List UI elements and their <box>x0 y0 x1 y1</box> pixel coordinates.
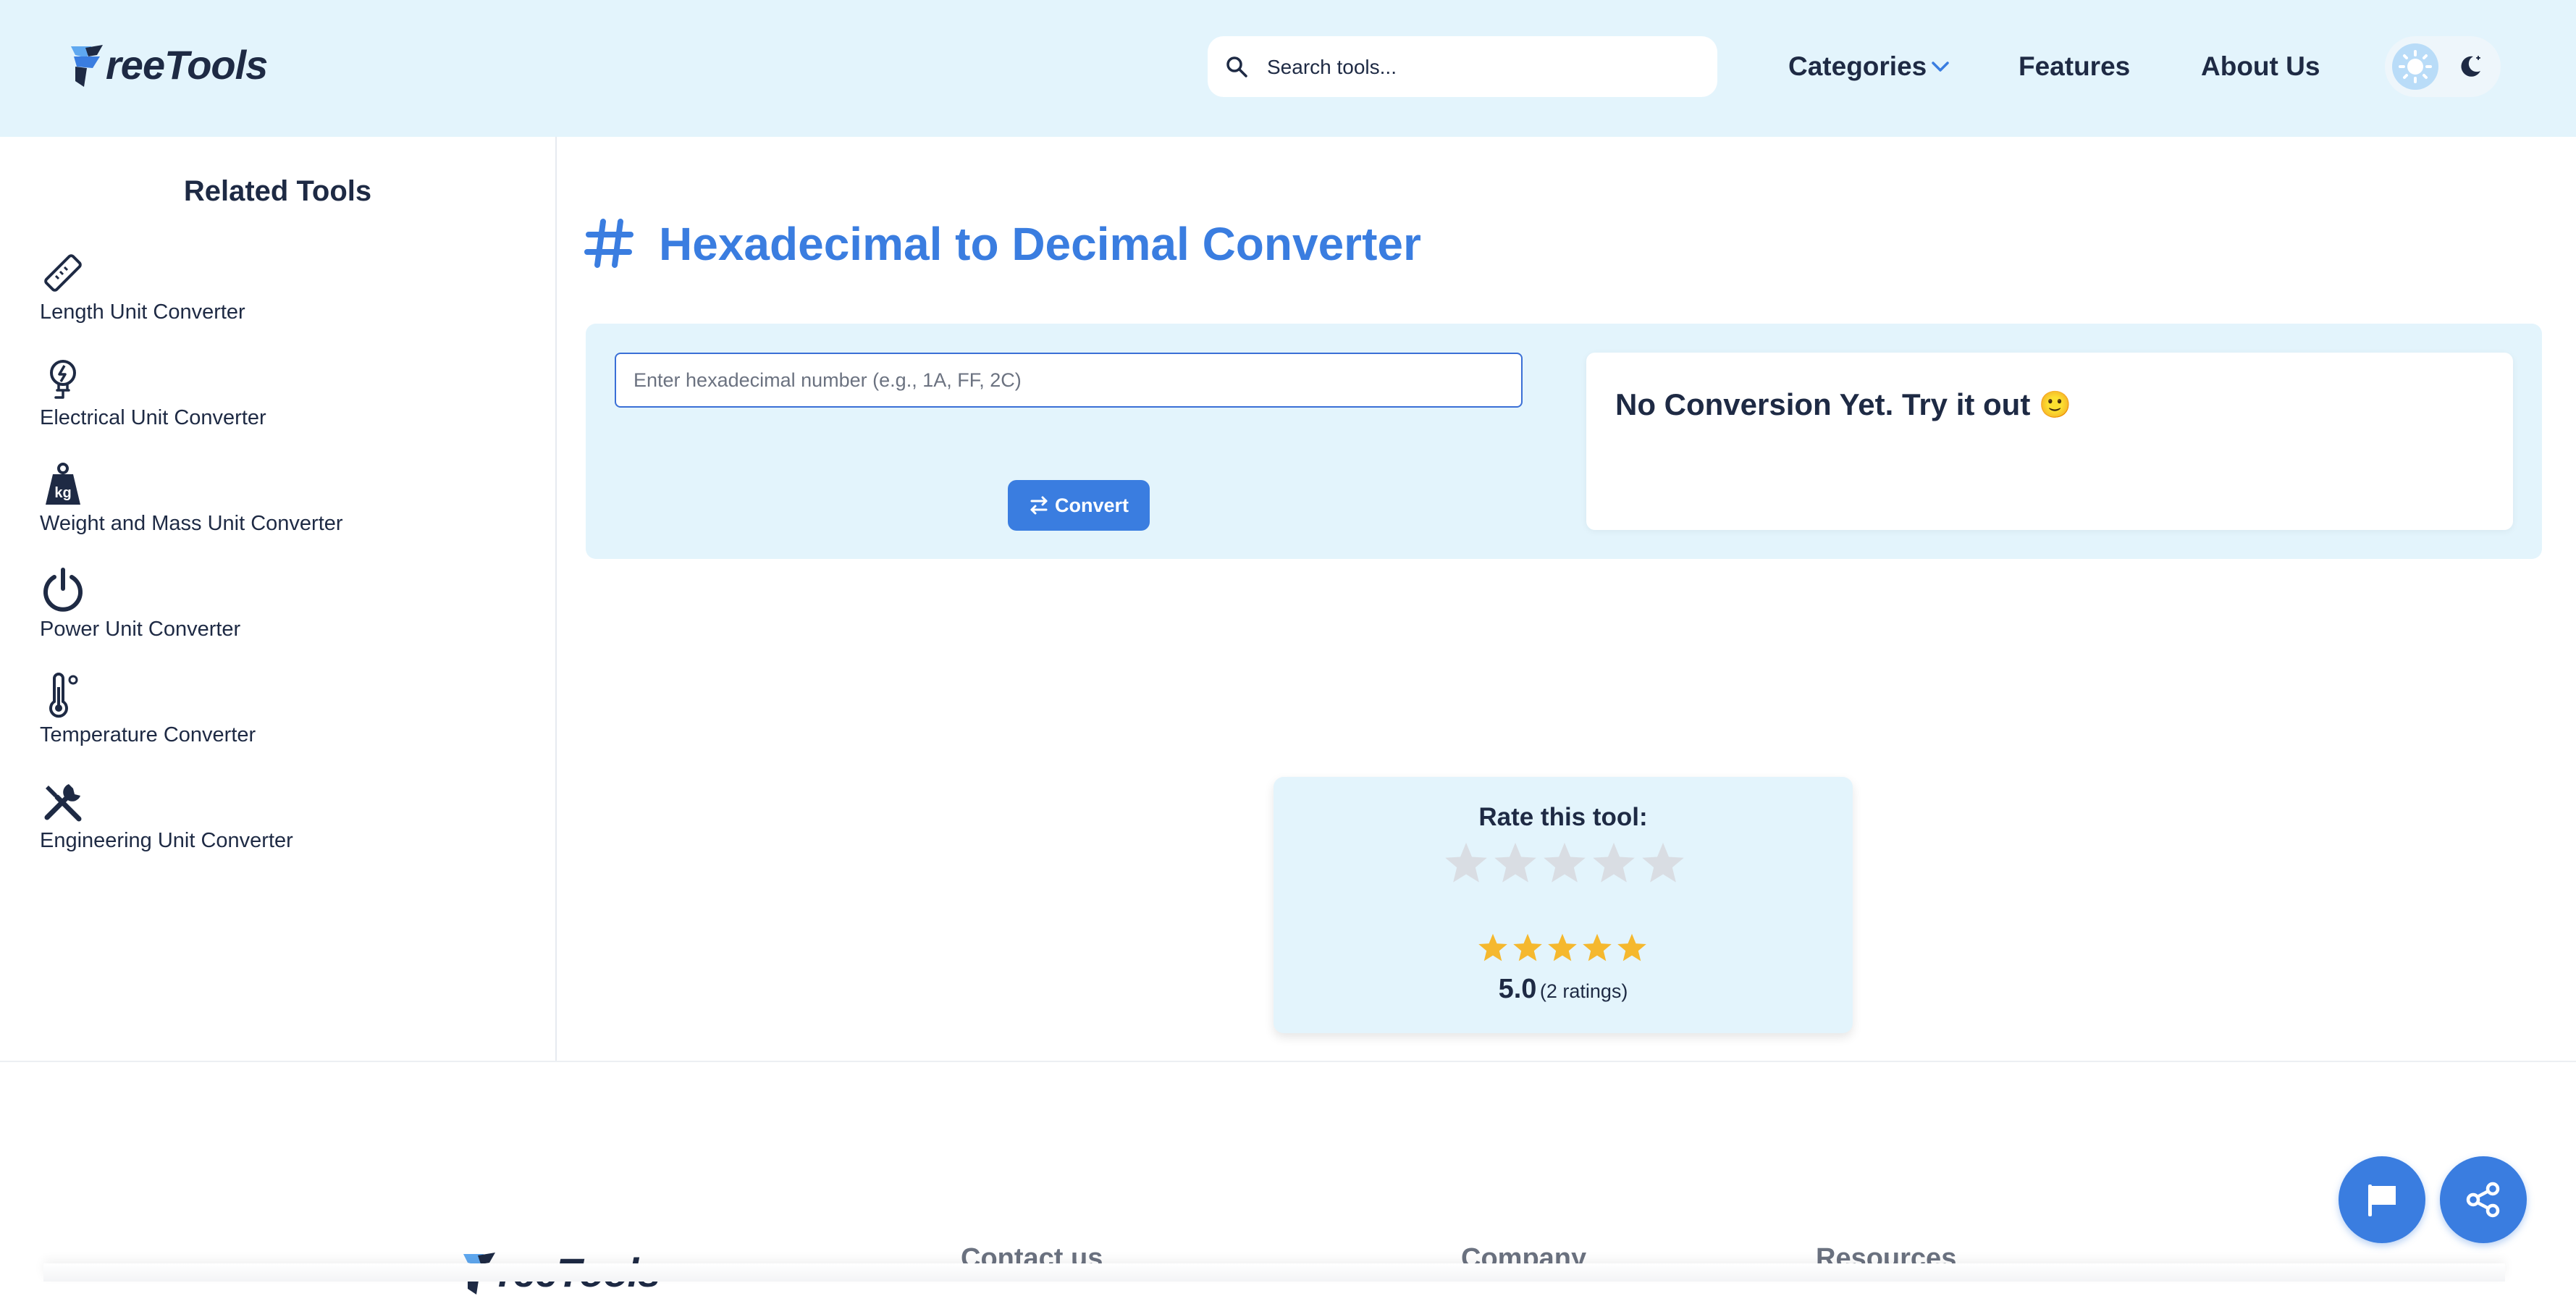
result-panel: No Conversion Yet. Try it out 🙂 <box>1586 353 2513 530</box>
rating-summary: 5.0 (2 ratings) <box>1274 974 1853 1005</box>
sidebar-title: Related Tools <box>183 175 372 207</box>
search-input[interactable] <box>1266 36 1703 98</box>
user-rating-stars[interactable] <box>1443 840 1689 890</box>
average-star-4 <box>1581 932 1613 967</box>
sidebar-item-label: Electrical Unit Converter <box>40 406 266 429</box>
flag-icon <box>2368 1185 2396 1216</box>
site-logo[interactable]: reeTools <box>71 42 268 88</box>
nav-categories-label: Categories <box>1788 51 1927 81</box>
nav-categories[interactable]: Categories <box>1788 49 1951 84</box>
hex-input[interactable] <box>615 353 1523 408</box>
share-icon <box>2466 1182 2500 1218</box>
light-theme-button[interactable] <box>2392 43 2438 90</box>
rating-card: Rate this tool: 5.0 (2 ratings) <box>1274 777 1853 1033</box>
sidebar-item-label: Power Unit Converter <box>40 618 241 641</box>
sidebar-item-weight[interactable]: kg Weight and Mass Unit Converter <box>40 461 445 535</box>
converter-card: Convert No Conversion Yet. Try it out 🙂 <box>586 324 2542 559</box>
share-button[interactable] <box>2440 1156 2527 1243</box>
chevron-down-icon <box>1932 62 1949 72</box>
page-title: Hexadecimal to Decimal Converter <box>659 218 1421 270</box>
sidebar-item-temperature[interactable]: Temperature Converter <box>40 673 445 746</box>
logo-mark-icon <box>71 45 103 87</box>
search-icon <box>1226 56 1247 77</box>
sun-icon <box>2399 50 2432 83</box>
smile-emoji-icon: 🙂 <box>2039 390 2072 419</box>
sidebar-item-label: Engineering Unit Converter <box>40 829 293 852</box>
swap-arrows-icon <box>1030 496 1048 515</box>
footer-divider <box>0 1061 2576 1062</box>
electrical-plug-icon <box>50 360 76 399</box>
dark-theme-button[interactable] <box>2447 43 2493 90</box>
power-icon <box>43 568 83 612</box>
hash-icon <box>584 219 634 268</box>
nav-about-us[interactable]: About Us <box>2201 49 2320 84</box>
ratings-count: (2 ratings) <box>1539 980 1628 1002</box>
rate-star-4[interactable] <box>1591 840 1637 890</box>
report-flag-button[interactable] <box>2339 1156 2425 1243</box>
sidebar-item-engineering[interactable]: Engineering Unit Converter <box>40 778 445 852</box>
footer-panel <box>43 1263 2505 1282</box>
convert-button[interactable]: Convert <box>1008 480 1150 531</box>
search-box[interactable] <box>1208 36 1717 98</box>
convert-button-label: Convert <box>1054 494 1129 516</box>
sidebar-item-label: Temperature Converter <box>40 723 256 746</box>
result-text: No Conversion Yet. Try it out <box>1615 387 2031 421</box>
weight-kg-icon: kg <box>46 463 80 505</box>
result-message: No Conversion Yet. Try it out 🙂 <box>1615 387 2071 422</box>
thermometer-icon <box>49 673 78 718</box>
nav-features[interactable]: Features <box>2019 49 2130 84</box>
sidebar-item-electrical[interactable]: Electrical Unit Converter <box>40 355 445 429</box>
rate-star-1[interactable] <box>1443 840 1489 890</box>
rate-star-5[interactable] <box>1640 840 1686 890</box>
moon-icon <box>2461 56 2480 77</box>
ruler-icon <box>44 254 82 292</box>
average-star-3 <box>1546 932 1578 967</box>
logo-text: reeTools <box>106 42 268 88</box>
sidebar-item-label: Weight and Mass Unit Converter <box>40 512 343 535</box>
rating-title: Rate this tool: <box>1478 803 1648 831</box>
sidebar-item-label: Length Unit Converter <box>40 300 245 324</box>
average-star-2 <box>1512 932 1544 967</box>
average-star-5 <box>1616 932 1648 967</box>
svg-text:kg: kg <box>54 485 71 501</box>
average-score: 5.0 <box>1498 974 1537 1004</box>
sidebar-item-length[interactable]: Length Unit Converter <box>40 250 445 324</box>
rate-star-3[interactable] <box>1541 840 1588 890</box>
rate-star-2[interactable] <box>1492 840 1539 890</box>
sidebar-item-power[interactable]: Power Unit Converter <box>40 567 445 641</box>
tools-icon <box>44 784 82 822</box>
average-star-1 <box>1477 932 1509 967</box>
theme-toggle[interactable] <box>2385 36 2501 97</box>
average-rating-stars <box>1477 932 1651 967</box>
